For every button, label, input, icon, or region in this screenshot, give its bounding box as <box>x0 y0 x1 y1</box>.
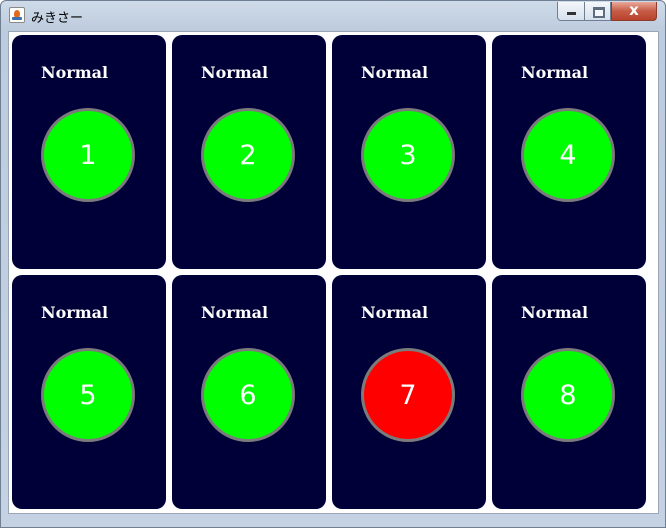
mixer-panel-4: Normal 4 <box>492 35 646 269</box>
lamp-number: 6 <box>239 379 257 411</box>
close-icon: x <box>629 1 639 19</box>
mixer-grid: Normal 1 Normal 2 Normal 3 Normal 4 Norm… <box>8 31 659 514</box>
mixer-panel-5: Normal 5 <box>12 275 166 509</box>
status-lamp[interactable]: 4 <box>521 108 615 202</box>
mixer-panel-7: Normal 7 <box>332 275 486 509</box>
maximize-button[interactable] <box>585 2 611 21</box>
panel-status-label: Normal <box>361 63 429 82</box>
lamp-number: 3 <box>399 139 417 171</box>
status-lamp[interactable]: 8 <box>521 348 615 442</box>
java-app-icon[interactable] <box>9 7 25 23</box>
status-lamp[interactable]: 5 <box>41 348 135 442</box>
lamp-number: 4 <box>559 139 577 171</box>
panel-status-label: Normal <box>201 303 269 322</box>
status-lamp[interactable]: 3 <box>361 108 455 202</box>
panel-status-label: Normal <box>41 303 109 322</box>
panel-status-label: Normal <box>521 303 589 322</box>
close-button[interactable]: x <box>611 1 657 21</box>
status-lamp[interactable]: 6 <box>201 348 295 442</box>
mixer-panel-8: Normal 8 <box>492 275 646 509</box>
maximize-icon <box>593 7 605 18</box>
app-window: みきさー x Normal 1 Normal 2 Normal 3 Normal… <box>0 0 666 528</box>
status-lamp[interactable]: 7 <box>361 348 455 442</box>
panel-status-label: Normal <box>361 303 429 322</box>
mixer-panel-2: Normal 2 <box>172 35 326 269</box>
mixer-panel-6: Normal 6 <box>172 275 326 509</box>
status-lamp[interactable]: 2 <box>201 108 295 202</box>
lamp-number: 5 <box>79 379 97 411</box>
lamp-number: 7 <box>399 379 417 411</box>
title-bar[interactable]: みきさー x <box>1 1 665 29</box>
mixer-panel-3: Normal 3 <box>332 35 486 269</box>
mixer-panel-1: Normal 1 <box>12 35 166 269</box>
panel-status-label: Normal <box>521 63 589 82</box>
panel-status-label: Normal <box>41 63 109 82</box>
minimize-icon <box>567 12 576 15</box>
lamp-number: 1 <box>79 139 97 171</box>
status-lamp[interactable]: 1 <box>41 108 135 202</box>
lamp-number: 2 <box>239 139 257 171</box>
minimize-button[interactable] <box>557 2 585 21</box>
lamp-number: 8 <box>559 379 577 411</box>
panel-status-label: Normal <box>201 63 269 82</box>
window-title: みきさー <box>31 11 84 26</box>
